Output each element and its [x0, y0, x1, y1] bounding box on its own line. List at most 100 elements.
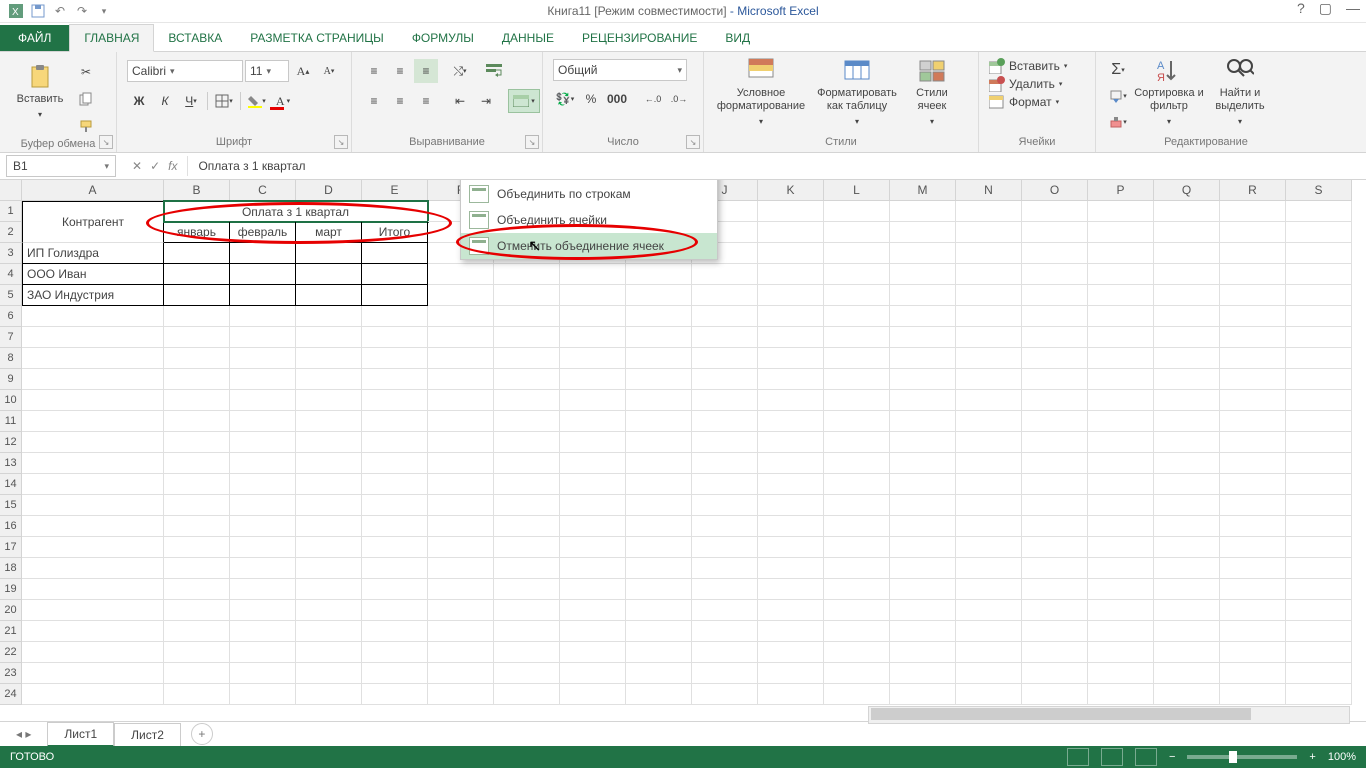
cell[interactable] [362, 600, 428, 621]
cell[interactable] [230, 264, 296, 285]
cell[interactable] [1088, 243, 1154, 264]
cell[interactable] [626, 264, 692, 285]
cell[interactable] [560, 348, 626, 369]
cell[interactable] [362, 369, 428, 390]
cell[interactable] [890, 411, 956, 432]
cell[interactable] [1286, 663, 1352, 684]
cell[interactable] [626, 642, 692, 663]
cell[interactable] [890, 600, 956, 621]
cell[interactable] [428, 306, 494, 327]
cell[interactable] [164, 432, 230, 453]
cell[interactable] [560, 474, 626, 495]
cell[interactable] [22, 390, 164, 411]
orientation-icon[interactable]: ⤭▾ [448, 59, 472, 83]
cell[interactable] [626, 432, 692, 453]
zoom-out-button[interactable]: − [1169, 751, 1175, 763]
cell[interactable] [1022, 453, 1088, 474]
cell[interactable] [758, 390, 824, 411]
cell[interactable] [560, 579, 626, 600]
cell[interactable] [890, 285, 956, 306]
cell[interactable] [560, 495, 626, 516]
cell[interactable] [1022, 600, 1088, 621]
cell[interactable] [824, 432, 890, 453]
col-header[interactable]: A [22, 180, 164, 201]
cell[interactable] [1286, 684, 1352, 705]
cell[interactable] [164, 243, 230, 264]
cell[interactable] [230, 642, 296, 663]
cell[interactable] [560, 558, 626, 579]
cell[interactable] [1220, 222, 1286, 243]
cell[interactable] [1286, 264, 1352, 285]
row-header[interactable]: 3 [0, 243, 22, 264]
cell[interactable] [1286, 390, 1352, 411]
copy-icon[interactable] [74, 87, 98, 111]
cell[interactable] [758, 348, 824, 369]
cell[interactable] [296, 474, 362, 495]
cell[interactable] [1154, 495, 1220, 516]
cell[interactable] [296, 516, 362, 537]
cell[interactable] [560, 411, 626, 432]
cell[interactable] [1220, 684, 1286, 705]
cell[interactable] [494, 684, 560, 705]
cell[interactable] [1088, 348, 1154, 369]
cell[interactable] [956, 516, 1022, 537]
cell[interactable] [956, 495, 1022, 516]
cell[interactable] [230, 621, 296, 642]
cell[interactable] [230, 327, 296, 348]
cell[interactable] [1220, 285, 1286, 306]
cell[interactable] [494, 264, 560, 285]
cell[interactable] [230, 684, 296, 705]
cell[interactable] [758, 474, 824, 495]
cell[interactable] [494, 390, 560, 411]
cell[interactable]: март [296, 222, 362, 243]
cell[interactable] [758, 285, 824, 306]
col-header[interactable]: D [296, 180, 362, 201]
cell[interactable] [362, 390, 428, 411]
cell[interactable] [296, 537, 362, 558]
cell[interactable] [560, 306, 626, 327]
cell[interactable] [164, 558, 230, 579]
cell[interactable] [22, 642, 164, 663]
cell[interactable] [1088, 474, 1154, 495]
cell[interactable] [22, 369, 164, 390]
cell[interactable] [956, 264, 1022, 285]
cell[interactable] [1022, 327, 1088, 348]
cell[interactable] [164, 411, 230, 432]
cell[interactable] [560, 432, 626, 453]
cell[interactable] [1154, 348, 1220, 369]
cell[interactable] [1286, 495, 1352, 516]
cell[interactable] [692, 537, 758, 558]
cell[interactable] [758, 600, 824, 621]
redo-icon[interactable]: ↷ [74, 3, 90, 19]
cell[interactable] [1154, 411, 1220, 432]
cell[interactable] [362, 306, 428, 327]
cell[interactable] [1286, 411, 1352, 432]
cell[interactable] [428, 285, 494, 306]
row-header[interactable]: 13 [0, 453, 22, 474]
cell[interactable] [758, 222, 824, 243]
cell[interactable] [296, 285, 362, 306]
cell[interactable] [428, 495, 494, 516]
cell[interactable] [230, 432, 296, 453]
cell[interactable] [230, 369, 296, 390]
cell[interactable] [1154, 642, 1220, 663]
cell[interactable] [296, 495, 362, 516]
cell[interactable] [758, 495, 824, 516]
cell[interactable] [1088, 663, 1154, 684]
cell[interactable] [494, 600, 560, 621]
cell[interactable] [296, 264, 362, 285]
cell[interactable] [824, 327, 890, 348]
cell[interactable] [164, 600, 230, 621]
cell[interactable] [494, 348, 560, 369]
cell[interactable] [692, 516, 758, 537]
row-header[interactable]: 17 [0, 537, 22, 558]
cell[interactable] [164, 369, 230, 390]
cell[interactable] [296, 600, 362, 621]
accounting-format-icon[interactable]: 💱▾ [553, 87, 577, 111]
italic-button[interactable]: К [153, 89, 177, 113]
cell[interactable] [428, 684, 494, 705]
cell[interactable] [1088, 306, 1154, 327]
cell[interactable] [956, 327, 1022, 348]
cell[interactable] [692, 579, 758, 600]
row-header[interactable]: 8 [0, 348, 22, 369]
